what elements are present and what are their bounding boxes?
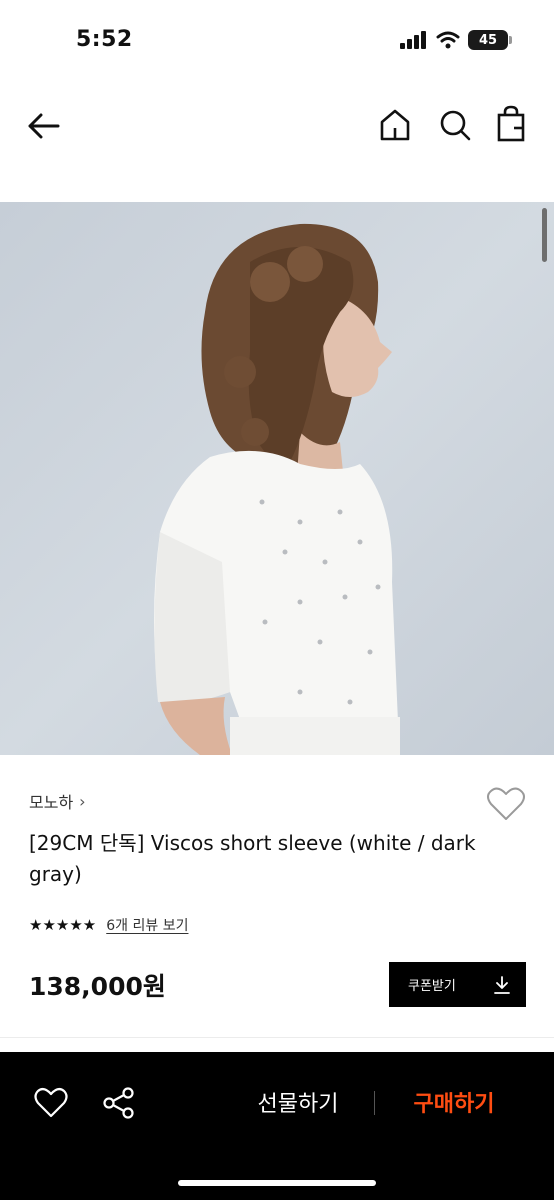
home-indicator[interactable] <box>178 1180 376 1186</box>
status-bar: 5:52 45 <box>0 0 554 84</box>
status-icons: 45 <box>400 30 512 50</box>
battery-level: 45 <box>478 32 498 48</box>
download-icon <box>494 975 510 994</box>
coupon-label: 쿠폰받기 <box>408 979 456 994</box>
action-separator <box>374 1091 375 1115</box>
product-title: [29CM 단독] Viscos short sleeve (white / d… <box>29 831 476 886</box>
product-image[interactable] <box>0 202 554 755</box>
price: 138,000원 <box>29 972 166 1001</box>
chevron-right-icon: › <box>79 791 86 811</box>
gift-button[interactable]: 선물하기 <box>240 1082 356 1122</box>
battery-icon: 45 <box>468 30 512 50</box>
back-arrow-icon[interactable] <box>24 106 64 146</box>
coupon-button[interactable]: 쿠폰받기 <box>389 962 526 1007</box>
home-icon[interactable] <box>376 106 414 144</box>
nav-bar <box>0 84 554 166</box>
heart-icon[interactable] <box>34 1087 68 1119</box>
rating-row: ★★★★★ 6개 리뷰 보기 <box>29 915 188 935</box>
divider <box>0 1037 554 1038</box>
product-photo <box>0 202 554 755</box>
wifi-icon <box>436 31 460 49</box>
brand-link[interactable]: 모노하 › <box>29 789 86 813</box>
share-icon[interactable] <box>102 1086 136 1120</box>
buy-button[interactable]: 구매하기 <box>396 1082 512 1122</box>
scroll-indicator <box>542 208 547 262</box>
review-link[interactable]: 6개 리뷰 보기 <box>106 915 188 935</box>
rating-stars: ★★★★★ <box>29 916 97 934</box>
bottom-action-bar: 선물하기 구매하기 <box>0 1052 554 1200</box>
shopping-bag-icon[interactable] <box>492 104 530 144</box>
brand-name: 모노하 <box>29 793 74 812</box>
search-icon[interactable] <box>436 106 474 144</box>
signal-icon <box>400 31 426 49</box>
status-time: 5:52 <box>76 27 133 52</box>
wishlist-heart-icon[interactable] <box>486 786 526 822</box>
